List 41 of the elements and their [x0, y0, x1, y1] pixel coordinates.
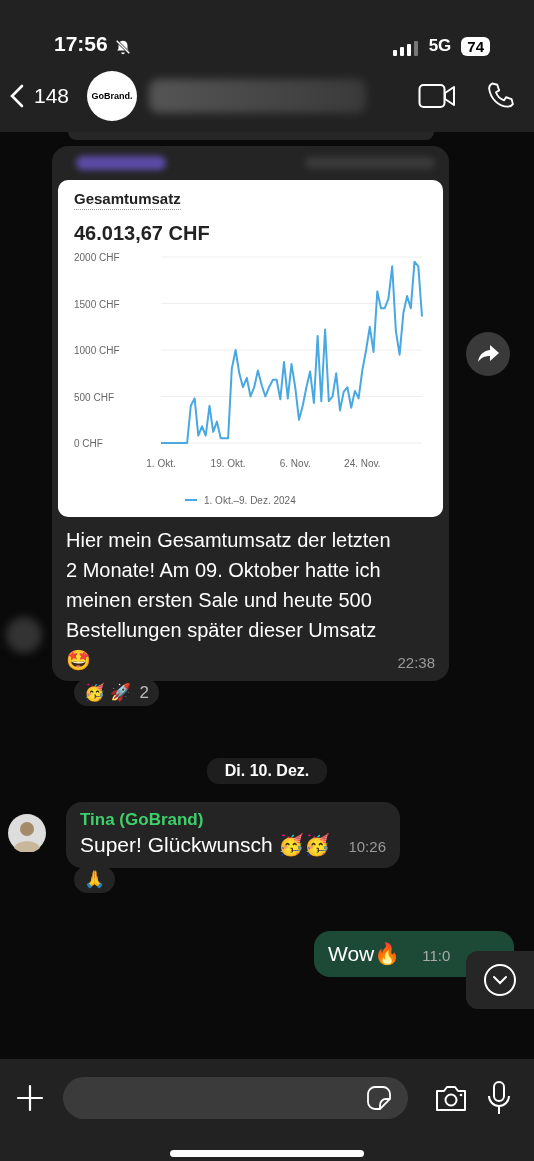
muted-bell-icon [113, 38, 132, 56]
message-time: 22:38 [397, 654, 435, 671]
back-chevron-icon[interactable] [10, 84, 24, 108]
video-call-icon[interactable] [418, 83, 456, 109]
axis-label: 0 CHF [74, 438, 103, 449]
back-button[interactable]: 148 [10, 84, 70, 108]
axis-label: 500 CHF [74, 391, 114, 403]
forward-button[interactable] [466, 332, 510, 376]
message-text: Super! Glückwunsch 🥳🥳 [80, 832, 331, 859]
message-text: Hier mein Gesamtumsatz der letzten 2 Monate! Am 09. Oktober hatte ich meinen ersten Sale und heute 500 Bestellungen später dieser Umsatz 🤩 [65, 528, 392, 673]
status-time: 17:56 [54, 32, 108, 56]
phone-icon[interactable] [486, 81, 516, 111]
axis-label: 6. Nov. [279, 458, 311, 469]
message-time: 11:0 [422, 947, 451, 964]
signal-icon [392, 40, 419, 56]
sticker-icon[interactable] [366, 1085, 392, 1111]
scroll-down-button[interactable] [466, 951, 534, 1009]
axis-label: 2000 CHF [74, 252, 120, 263]
add-icon[interactable] [15, 1083, 45, 1113]
sender-name: Tina (GoBrand) [80, 810, 205, 830]
group-avatar[interactable]: GoBrand. [87, 71, 138, 121]
axis-label: 1000 CHF [74, 345, 120, 356]
camera-icon[interactable] [434, 1084, 468, 1112]
message-time: 10:26 [348, 838, 386, 855]
axis-label: 24. Nov. [344, 458, 381, 469]
chevron-down-icon[interactable] [483, 963, 517, 997]
battery-level: 74 [461, 37, 490, 56]
message-input-field[interactable] [63, 1077, 408, 1119]
axis-label: 19. Okt. [210, 458, 246, 469]
network-label: 5G [428, 36, 452, 56]
sender-avatar [8, 814, 46, 852]
chart-screenshot[interactable]: Gesamtumsatz 46.013,67 CHF 2000 CHF 1500 CHF 1000 CHF 500 CHF 0 CHF 1. Okt. 19. Okt. 6. Nov. 24. Nov. 1. Okt.–9. Dez. 2024 [58, 180, 443, 517]
total-amount: 46.013,67 CHF [74, 222, 211, 245]
axis-label: 1. Okt. [146, 458, 176, 469]
date-chip: Di. 10. Dez. [206, 758, 328, 784]
microphone-icon[interactable] [486, 1081, 512, 1115]
chart-title: Gesamtumsatz [74, 190, 181, 210]
legend-label: 1. Okt.–9. Dez. 2024 [204, 495, 296, 506]
sender-avatar [6, 617, 42, 653]
axis-label: 1500 CHF [74, 298, 120, 310]
message-text: Wow🔥 [328, 941, 401, 967]
